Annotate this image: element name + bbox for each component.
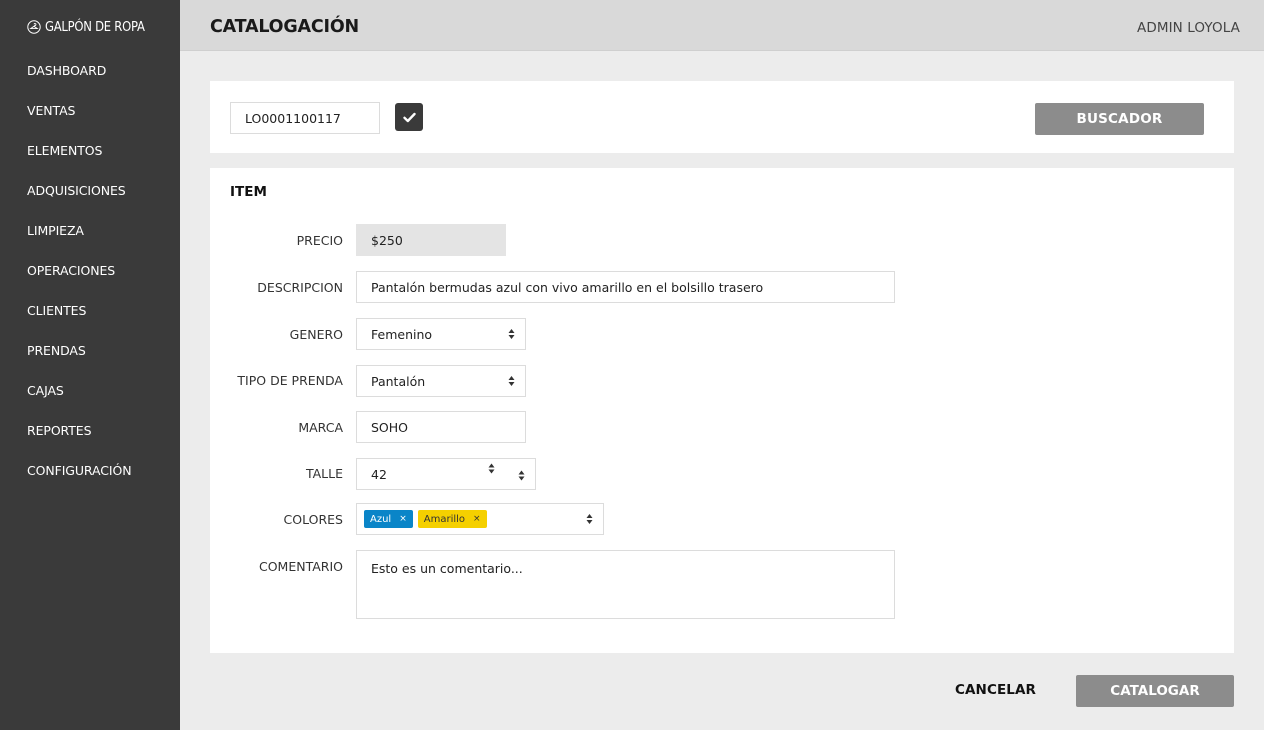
remove-tag-icon[interactable]: × — [473, 514, 481, 524]
buscador-button[interactable]: BUSCADOR — [1035, 103, 1204, 135]
sidebar-item-reportes[interactable]: REPORTES — [27, 421, 131, 461]
cancel-button[interactable]: CANCELAR — [955, 682, 1036, 698]
select-arrows-icon — [508, 329, 515, 339]
sidebar-nav: DASHBOARD VENTAS ELEMENTOS ADQUISICIONES… — [27, 61, 132, 501]
tipo-prenda-value: Pantalón — [371, 373, 426, 389]
sidebar-item-clientes[interactable]: CLIENTES — [27, 301, 131, 341]
select-arrows-icon — [508, 376, 515, 386]
sidebar-item-adquisiciones[interactable]: ADQUISICIONES — [27, 181, 131, 221]
sidebar-item-configuracion[interactable]: CONFIGURACIÓN — [27, 461, 132, 501]
remove-tag-icon[interactable]: × — [399, 514, 407, 524]
color-tag-amarillo: Amarillo × — [417, 510, 487, 528]
color-tag-label: Azul — [370, 513, 392, 525]
marca-input[interactable]: SOHO — [356, 411, 526, 443]
checkmark-icon — [402, 112, 416, 122]
user-name[interactable]: ADMIN LOYOLA — [1137, 20, 1240, 36]
talle-value: 42 — [371, 466, 387, 482]
comentario-label: COMENTARIO — [258, 559, 343, 574]
descripcion-label: DESCRIPCION — [257, 280, 343, 295]
color-tag-azul: Azul × — [364, 510, 413, 528]
tipo-prenda-label: TIPO DE PRENDA — [237, 373, 343, 388]
item-code-input[interactable] — [230, 102, 380, 134]
precio-field: $250 — [356, 224, 506, 256]
colores-label: COLORES — [283, 512, 343, 527]
top-bar: CATALOGACIÓN ADMIN LOYOLA — [180, 0, 1264, 51]
comentario-value: Esto es un comentario... — [371, 561, 523, 576]
marca-value: SOHO — [371, 419, 409, 435]
colores-multiselect[interactable]: Azul × Amarillo × — [356, 503, 604, 535]
sidebar-item-limpieza[interactable]: LIMPIEZA — [27, 221, 131, 261]
sidebar-item-operaciones[interactable]: OPERACIONES — [27, 261, 131, 301]
brand-name: GALPÓN DE ROPA — [45, 19, 145, 35]
search-card: BUSCADOR — [210, 81, 1234, 153]
page-title: CATALOGACIÓN — [210, 17, 359, 37]
item-card: ITEM PRECIO $250 DESCRIPCION Pantalón be… — [210, 168, 1234, 653]
item-section-title: ITEM — [230, 184, 267, 200]
sidebar-item-cajas[interactable]: CAJAS — [27, 381, 131, 421]
color-tag-label: Amarillo — [423, 513, 466, 525]
sidebar-item-elementos[interactable]: ELEMENTOS — [27, 141, 131, 181]
confirm-code-button[interactable] — [395, 103, 423, 131]
sidebar-item-dashboard[interactable]: DASHBOARD — [27, 61, 131, 101]
select-arrows-icon — [586, 514, 593, 524]
comentario-textarea[interactable]: Esto es un comentario... — [356, 550, 895, 619]
stepper-arrows-icon[interactable] — [488, 463, 495, 474]
sidebar-item-ventas[interactable]: VENTAS — [27, 101, 131, 141]
select-arrows-icon — [518, 470, 525, 481]
talle-label: TALLE — [305, 466, 343, 481]
hanger-circle-icon — [27, 20, 41, 34]
brand-logo[interactable]: GALPÓN DE ROPA — [27, 17, 161, 37]
sidebar: GALPÓN DE ROPA DASHBOARD VENTAS ELEMENTO… — [0, 0, 180, 730]
catalogar-button[interactable]: CATALOGAR — [1076, 675, 1234, 707]
descripcion-value: Pantalón bermudas azul con vivo amarillo… — [371, 279, 764, 295]
precio-value: $250 — [371, 232, 403, 248]
marca-label: MARCA — [298, 420, 343, 435]
sidebar-item-prendas[interactable]: PRENDAS — [27, 341, 131, 381]
descripcion-input[interactable]: Pantalón bermudas azul con vivo amarillo… — [356, 271, 895, 303]
precio-label: PRECIO — [296, 233, 343, 248]
genero-value: Femenino — [371, 326, 433, 342]
talle-stepper[interactable]: 42 — [356, 458, 536, 490]
tipo-prenda-select[interactable]: Pantalón — [356, 365, 526, 397]
genero-label: GENERO — [289, 327, 343, 342]
genero-select[interactable]: Femenino — [356, 318, 526, 350]
